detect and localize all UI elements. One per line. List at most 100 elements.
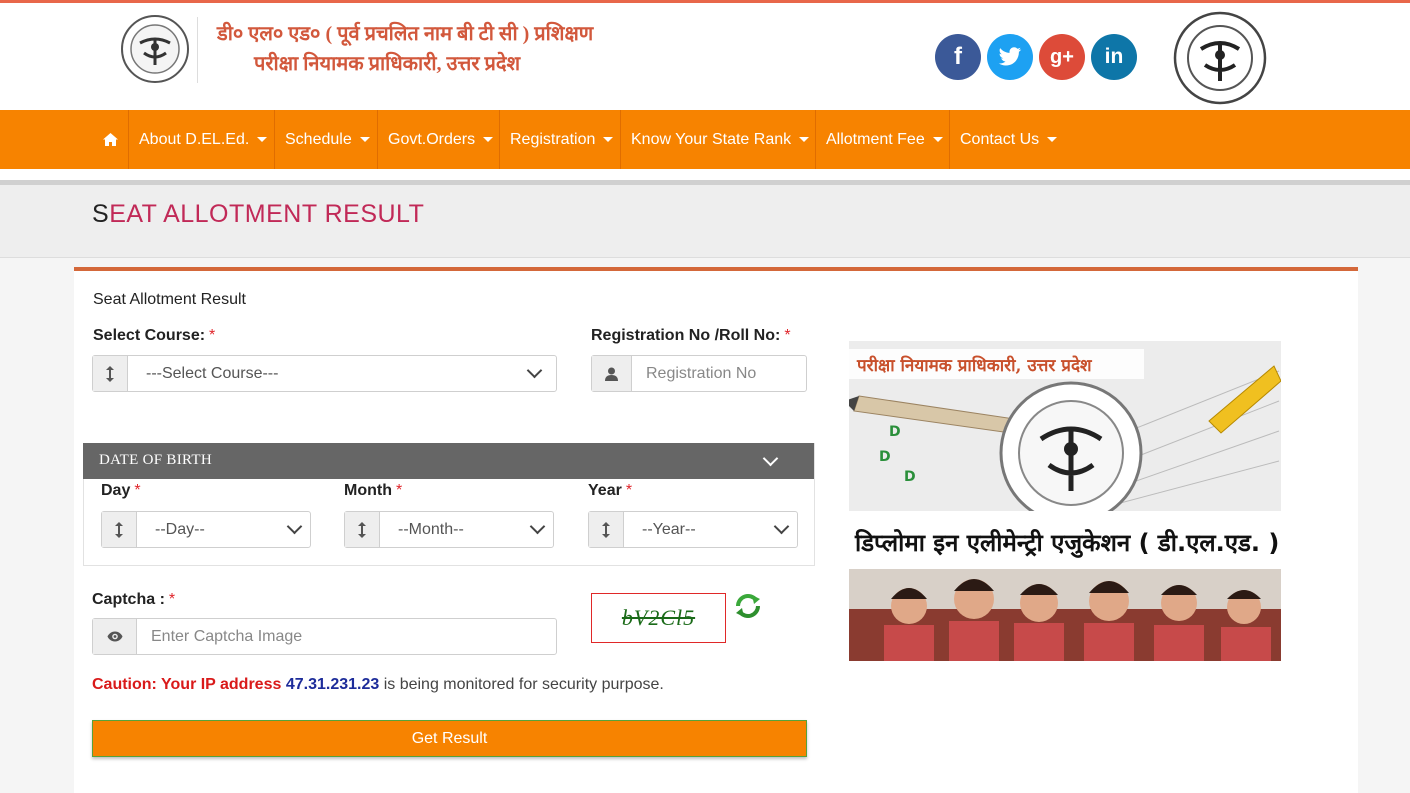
day-label: Day *	[101, 482, 141, 500]
ip-address: 47.31.231.23	[285, 676, 380, 693]
caution-prefix: Caution: Your IP address	[92, 676, 282, 693]
year-select[interactable]: --Year--	[588, 511, 798, 548]
header-title-line1: डी० एल० एड० ( पूर्व प्रचलित नाम बी टी सी…	[217, 23, 594, 45]
nav-label: Know Your State Rank	[631, 130, 792, 148]
linkedin-icon[interactable]: in	[1091, 34, 1137, 80]
nav-govt-orders[interactable]: Govt.Orders	[388, 110, 494, 169]
required-asterisk: *	[209, 327, 216, 344]
nav-separator	[128, 110, 129, 169]
nav-label: Schedule	[285, 130, 352, 148]
chevron-down-icon	[483, 137, 494, 142]
chevron-down-icon	[257, 137, 268, 142]
course-label: Select Course: *	[93, 327, 215, 345]
chevron-down-icon	[773, 518, 790, 535]
twitter-bird-icon	[998, 47, 1022, 66]
googleplus-icon[interactable]: g+	[1039, 34, 1085, 80]
nav-separator	[620, 110, 621, 169]
required-asterisk: *	[625, 482, 633, 499]
required-asterisk: *	[784, 327, 791, 344]
chevron-down-icon	[526, 362, 543, 379]
nav-know-your-state-rank[interactable]: Know Your State Rank	[631, 110, 810, 169]
nav-separator	[274, 110, 275, 169]
page-title: SEAT ALLOTMENT RESULT	[92, 200, 424, 229]
sort-icon	[102, 512, 137, 547]
eye-icon	[93, 619, 137, 654]
regno-label: Registration No /Roll No: *	[591, 327, 791, 345]
caution-suffix: is being monitored for security purpose.	[383, 676, 664, 693]
captcha-field-group	[92, 618, 557, 655]
chevron-down-icon	[603, 137, 614, 142]
regno-input[interactable]	[632, 356, 853, 391]
course-label-text: Select Course:	[93, 327, 206, 344]
panel-caption: Seat Allotment Result	[93, 291, 246, 308]
year-label-text: Year	[588, 482, 622, 499]
svg-text:D: D	[889, 424, 901, 440]
chevron-down-icon	[529, 518, 546, 535]
nav-about-deled[interactable]: About D.EL.Ed.	[139, 110, 268, 169]
chevron-down-icon	[286, 518, 303, 535]
page-title-rest: EAT ALLOTMENT RESULT	[109, 200, 425, 228]
sort-icon	[345, 512, 380, 547]
deled-banner-image: DDD परीक्षा नियामक प्राधिकारी, उत्तर प्र…	[849, 341, 1281, 661]
nav-label: Govt.Orders	[388, 130, 476, 148]
nav-label: Registration	[510, 130, 596, 148]
nav-separator	[949, 110, 950, 169]
site-header: डी० एल० एड० ( पूर्व प्रचलित नाम बी टी सी…	[0, 3, 1410, 110]
nav-label: Allotment Fee	[826, 130, 925, 148]
nav-contact-us[interactable]: Contact Us	[960, 110, 1058, 169]
captcha-input[interactable]	[137, 619, 556, 654]
captcha-label-text: Captcha :	[92, 591, 165, 608]
regno-field-group	[591, 355, 853, 392]
nav-schedule[interactable]: Schedule	[285, 110, 370, 169]
required-asterisk: *	[395, 482, 403, 499]
course-select-value: ---Select Course---	[146, 364, 279, 382]
twitter-icon[interactable]	[987, 34, 1033, 80]
up-emblem-logo-right	[1173, 11, 1267, 105]
nav-separator	[499, 110, 500, 169]
chevron-down-icon	[359, 137, 370, 142]
chevron-down-icon	[1047, 137, 1058, 142]
day-select-value: --Day--	[155, 520, 205, 538]
sort-icon	[589, 512, 624, 547]
get-result-button[interactable]: Get Result	[92, 720, 807, 757]
nav-label: About D.EL.Ed.	[139, 130, 250, 148]
nav-allotment-fee[interactable]: Allotment Fee	[826, 110, 943, 169]
facebook-icon[interactable]: f	[935, 34, 981, 80]
captcha-image: bV2Cl5	[591, 593, 726, 643]
up-emblem-logo	[121, 15, 189, 83]
sort-icon	[93, 356, 128, 391]
chevron-down-icon	[799, 137, 810, 142]
dob-title: DATE OF BIRTH	[99, 452, 213, 468]
year-select-value: --Year--	[642, 520, 696, 538]
chevron-down-icon	[932, 137, 943, 142]
banner-top-text: परीक्षा नियामक प्राधिकारी, उत्तर प्रदेश	[856, 355, 1093, 376]
nav-separator	[377, 110, 378, 169]
nav-registration[interactable]: Registration	[510, 110, 614, 169]
page-title-first-letter: S	[92, 200, 110, 228]
header-title-line2: परीक्षा नियामक प्राधिकारी, उत्तर प्रदेश	[254, 53, 521, 75]
required-asterisk: *	[134, 482, 141, 499]
home-icon[interactable]	[102, 110, 119, 169]
course-select[interactable]: ---Select Course---	[92, 355, 557, 392]
ip-caution-text: Caution: Your IP address 47.31.231.23 is…	[92, 676, 664, 694]
house-icon	[103, 133, 118, 146]
banner-main-text: डिप्लोमा इन एलीमेन्ट्री एजुकेशन ( डी.एल.…	[854, 529, 1279, 558]
required-asterisk: *	[168, 591, 176, 608]
month-label: Month *	[344, 482, 402, 500]
refresh-icon[interactable]	[733, 591, 763, 621]
day-select[interactable]: --Day--	[101, 511, 311, 548]
chevron-down-icon	[762, 450, 779, 467]
nav-bottom-strip	[0, 169, 1410, 180]
user-icon	[592, 356, 632, 391]
year-label: Year *	[588, 482, 632, 500]
dob-header[interactable]: DATE OF BIRTH	[83, 443, 814, 479]
day-label-text: Day	[101, 482, 131, 499]
header-divider	[197, 17, 198, 83]
nav-separator	[815, 110, 816, 169]
svg-text:D: D	[904, 469, 916, 485]
month-label-text: Month	[344, 482, 392, 499]
month-select[interactable]: --Month--	[344, 511, 554, 548]
regno-label-text: Registration No /Roll No:	[591, 327, 781, 344]
captcha-label: Captcha : *	[92, 591, 175, 609]
main-navbar: About D.EL.Ed. Schedule Govt.Orders Regi…	[0, 110, 1410, 169]
